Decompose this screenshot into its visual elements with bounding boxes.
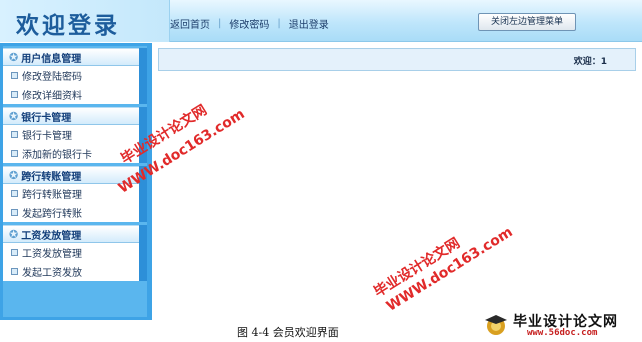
menu-group-title: 用户信息管理 [21,53,82,65]
menu-group-title: 工资发放管理 [21,230,82,242]
square-bullet-icon [11,72,18,79]
nav-home-link[interactable]: 返回首页 [170,16,210,31]
top-nav: 返回首页 | 修改密码 | 退出登录 [170,16,329,31]
square-bullet-icon [11,268,18,275]
menu-item-salary-manage[interactable]: 工资发放管理 [3,243,139,262]
square-bullet-icon [11,150,18,157]
welcome-text: 欢迎：1 [573,57,607,67]
menu-item-start-transfer[interactable]: 发起跨行转账 [3,203,139,222]
nav-separator: | [218,18,222,29]
menu-group-salary: ✪ 工资发放管理 工资发放管理 发起工资发放 [3,225,147,281]
menu-item-label: 发起工资发放 [22,268,82,279]
menu-item-label: 发起跨行转账 [22,209,82,220]
menu-item-label: 工资发放管理 [22,249,82,260]
nav-logout-link[interactable]: 退出登录 [289,16,329,31]
star-icon: ✪ [9,227,19,241]
menu-item-label: 添加新的银行卡 [22,150,92,161]
menu-group-user-info: ✪ 用户信息管理 修改登陆密码 修改详细资料 [3,48,147,104]
menu-group-header[interactable]: ✪ 用户信息管理 [3,48,139,66]
star-icon: ✪ [9,168,19,182]
menu-item-start-salary[interactable]: 发起工资发放 [3,262,139,281]
menu-item-label: 银行卡管理 [22,131,72,142]
nav-change-password-link[interactable]: 修改密码 [229,16,269,31]
figure-caption: 图 4-4 会员欢迎界面 [237,326,339,339]
nav-separator: | [277,18,281,29]
menu-group-header[interactable]: ✪ 工资发放管理 [3,225,139,243]
page-title: 欢迎登录 [16,13,120,39]
menu-group-header[interactable]: ✪ 银行卡管理 [3,107,139,125]
menu-item-label: 修改详细资料 [22,91,82,102]
star-icon: ✪ [9,50,19,64]
square-bullet-icon [11,209,18,216]
square-bullet-icon [11,131,18,138]
square-bullet-icon [11,190,18,197]
menu-item-edit-profile[interactable]: 修改详细资料 [3,85,139,104]
welcome-bar: 欢迎：1 [158,48,636,71]
square-bullet-icon [11,249,18,256]
menu-group-title: 跨行转账管理 [21,171,82,183]
logo-url: www.56doc.com [527,328,598,338]
logo-graduate-icon [485,315,507,335]
menu-item-label: 修改登陆密码 [22,72,82,83]
menu-item-label: 跨行转账管理 [22,190,82,201]
menu-group-title: 银行卡管理 [21,112,72,124]
close-left-menu-button[interactable]: 关闭左边管理菜单 [478,13,576,31]
top-header: 欢迎登录 返回首页 | 修改密码 | 退出登录 关闭左边管理菜单 [0,0,642,42]
menu-item-change-login-password[interactable]: 修改登陆密码 [3,66,139,85]
star-icon: ✪ [9,109,19,123]
site-logo: 毕业设计论文网 www.56doc.com [483,310,641,340]
square-bullet-icon [11,91,18,98]
menu-item-bank-card-manage[interactable]: 银行卡管理 [3,125,139,144]
